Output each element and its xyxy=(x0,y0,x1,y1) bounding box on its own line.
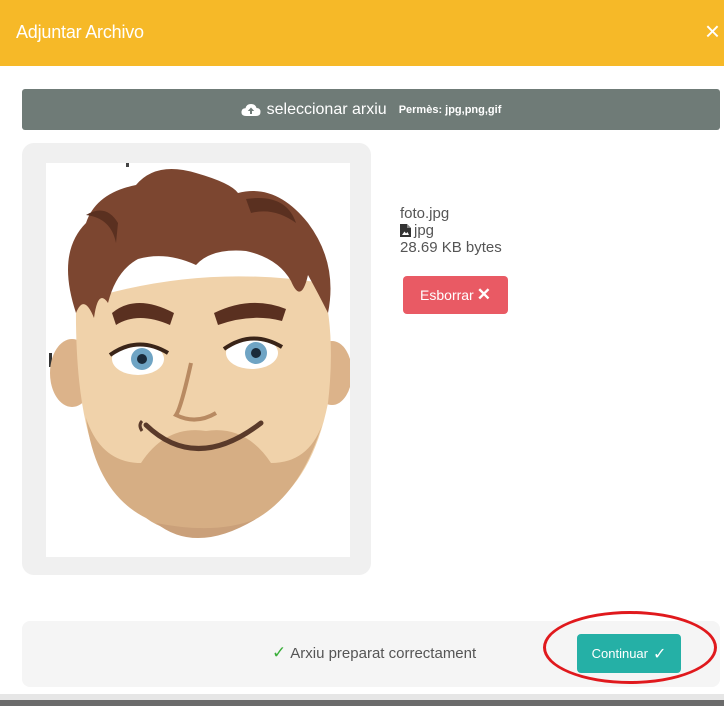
checkmark-icon: ✓ xyxy=(652,645,667,663)
image-preview xyxy=(46,163,352,557)
continue-label: Continuar xyxy=(591,646,648,661)
select-file-label: seleccionar arxiu xyxy=(266,100,387,118)
modal-header: Adjuntar Archivo × xyxy=(0,0,724,66)
file-size: 28.69 KB bytes xyxy=(400,239,502,256)
status-text: Arxiu preparat correctament xyxy=(290,644,477,662)
file-image-icon xyxy=(400,224,411,237)
delete-button[interactable]: Esborrar ✕ xyxy=(403,276,508,314)
bottom-divider xyxy=(0,700,724,706)
cartoon-avatar-image xyxy=(49,163,352,539)
file-name: foto.jpg xyxy=(400,205,450,222)
check-icon: ✓ xyxy=(272,643,287,662)
select-file-button[interactable]: seleccionar arxiu Permès: jpg,png,gif xyxy=(22,89,720,130)
status-message: ✓ Arxiu preparat correctament xyxy=(272,643,476,663)
allowed-formats-text: Permès: jpg,png,gif xyxy=(398,103,502,116)
cloud-upload-icon xyxy=(241,103,261,117)
modal-title: Adjuntar Archivo xyxy=(16,22,144,42)
file-type-row: jpg xyxy=(400,222,502,239)
close-x-icon: ✕ xyxy=(476,285,491,304)
continue-button[interactable]: Continuar ✓ xyxy=(577,634,681,673)
delete-label: Esborrar xyxy=(420,287,474,303)
file-info: foto.jpg jpg 28.69 KB bytes xyxy=(400,205,502,256)
image-preview-card xyxy=(22,143,371,575)
close-icon[interactable]: × xyxy=(705,18,720,44)
file-type: jpg xyxy=(414,222,435,239)
